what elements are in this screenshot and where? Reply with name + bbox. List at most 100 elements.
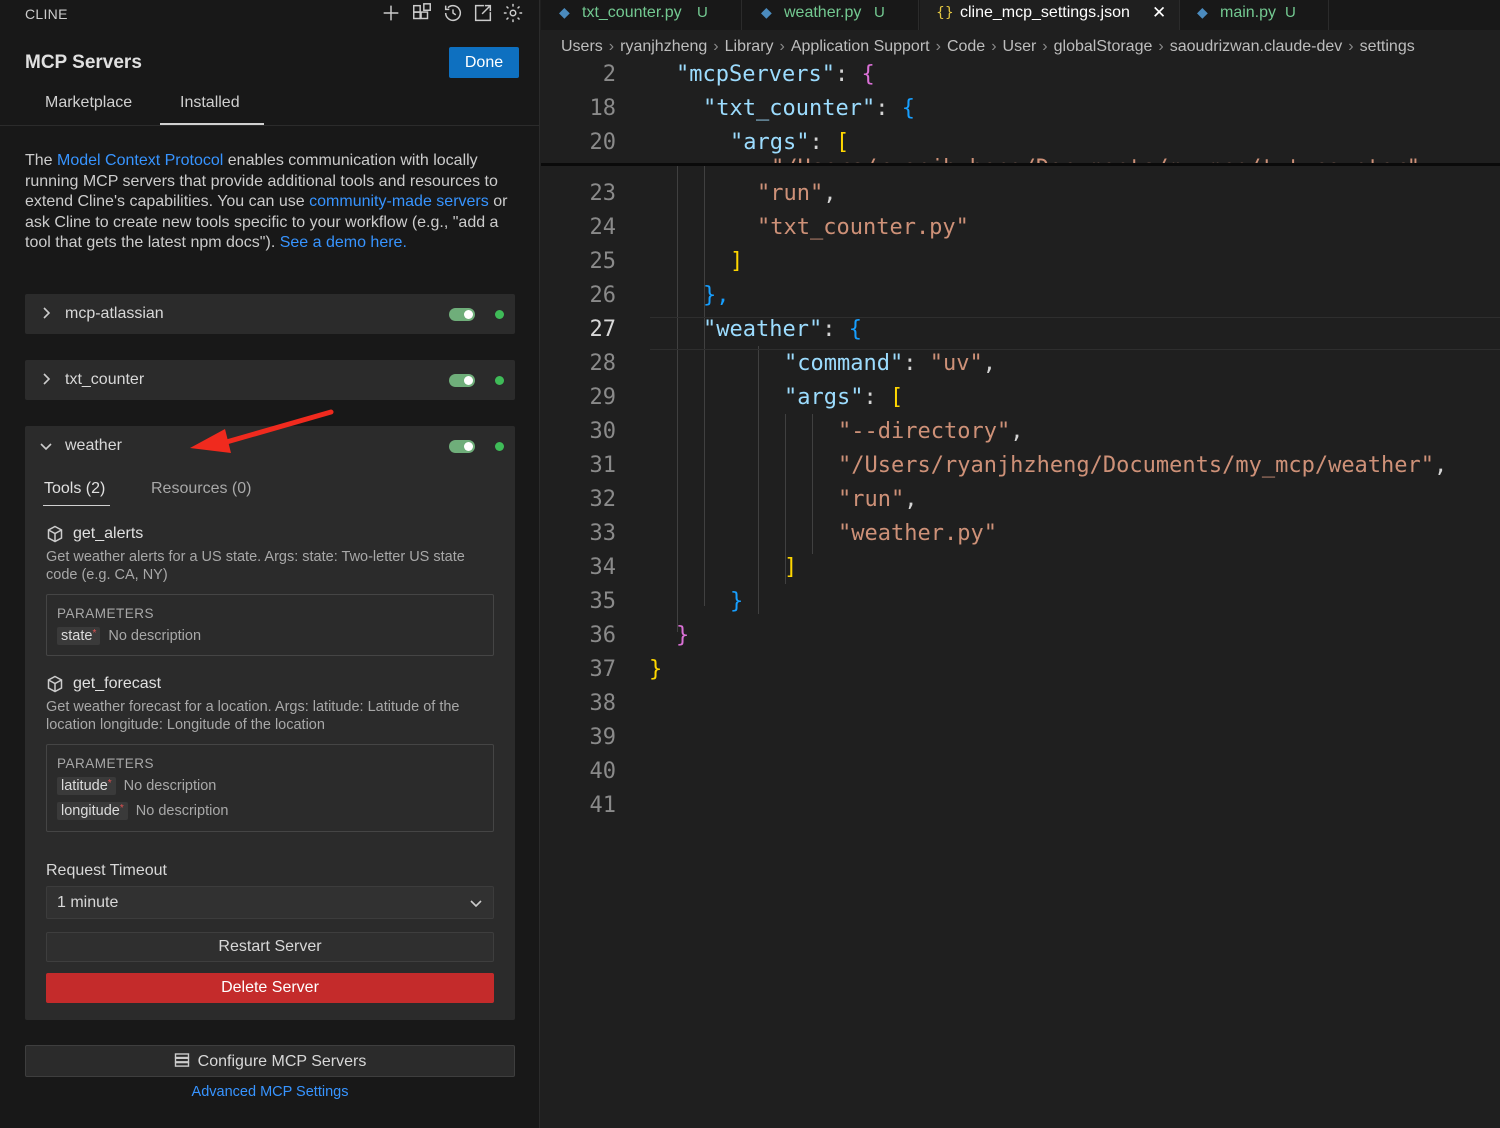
tool-description: Get weather forecast for a location. Arg… xyxy=(46,699,460,733)
advanced-mcp-settings-link[interactable]: Advanced MCP Settings xyxy=(0,1084,540,1100)
line-number: 41 xyxy=(589,793,617,818)
server-header-weather[interactable]: weather xyxy=(25,426,515,466)
editor-tab-weather[interactable]: ◆ weather.py U xyxy=(743,0,919,30)
server-item-txt-counter[interactable]: txt_counter xyxy=(25,360,515,400)
line-content: "/Users/ryanjhzheng/Documents/my_mcp/wea… xyxy=(838,453,1447,478)
chevron-right-icon xyxy=(39,306,53,320)
tab-tools[interactable]: Tools (2) xyxy=(44,480,105,498)
breadcrumb-item[interactable]: ryanjhzheng xyxy=(620,38,707,55)
breadcrumb-item[interactable]: Users xyxy=(561,38,603,55)
code-line: 40 xyxy=(541,759,1500,793)
page-title: MCP Servers xyxy=(25,52,142,73)
line-number: 39 xyxy=(589,725,617,750)
breadcrumb-item[interactable]: saoudrizwan.claude-dev xyxy=(1170,38,1343,55)
punctuation: : xyxy=(834,62,862,87)
server-toggle[interactable] xyxy=(449,440,475,453)
breadcrumb-item[interactable]: Application Support xyxy=(791,38,930,55)
line-content: }, xyxy=(703,283,730,308)
tab-installed[interactable]: Installed xyxy=(180,94,240,112)
punctuation: , xyxy=(904,487,918,512)
json-string: "/Users/ryanjhzheng/Documents/my_mcp/wea… xyxy=(838,453,1435,478)
chevron-right-icon: › xyxy=(713,38,719,55)
configure-mcp-servers-button[interactable]: Configure MCP Servers xyxy=(25,1045,515,1077)
breadcrumb-item[interactable]: User xyxy=(1003,38,1037,55)
punctuation: : xyxy=(822,317,849,342)
code-line: 38 xyxy=(541,691,1500,725)
server-toggle[interactable] xyxy=(449,374,475,387)
done-button[interactable]: Done xyxy=(449,47,519,78)
tab-resources[interactable]: Resources (0) xyxy=(151,480,251,498)
line-content: "txt_counter.py" xyxy=(757,215,969,240)
parameter-row: state* No description xyxy=(57,627,201,647)
editor-tab-main[interactable]: ◆ main.py U xyxy=(1181,0,1329,30)
sticky-scroll-divider xyxy=(541,163,1500,166)
breadcrumb-item[interactable]: Code xyxy=(947,38,985,55)
chevron-right-icon: › xyxy=(1348,38,1354,55)
punctuation: : xyxy=(863,385,890,410)
json-key: "mcpServers" xyxy=(676,62,835,87)
code-line: 25 ] xyxy=(541,249,1500,283)
punctuation: , xyxy=(982,351,996,376)
code-line: 27 "weather": { xyxy=(541,317,1500,351)
json-string: "uv" xyxy=(929,351,983,376)
community-servers-link[interactable]: community-made servers xyxy=(309,193,489,210)
active-subtab-indicator xyxy=(43,505,110,506)
parameter-name: state* xyxy=(57,627,101,645)
line-content: "txt_counter": { xyxy=(703,96,915,121)
punctuation: , xyxy=(1434,453,1448,478)
delete-server-button[interactable]: Delete Server xyxy=(46,973,494,1003)
bracket: }, xyxy=(703,283,730,308)
code-line: 29 "args": [ xyxy=(541,385,1500,419)
required-marker: * xyxy=(107,778,112,789)
editor-tab-cline-mcp-settings[interactable]: {} cline_mcp_settings.json ✕ xyxy=(920,0,1180,30)
code-editor: ◆ txt_counter.py U ◆ weather.py U {} cli… xyxy=(541,0,1500,1128)
history-icon[interactable] xyxy=(442,2,466,26)
mcp-servers-icon[interactable] xyxy=(411,2,435,26)
breadcrumb-item[interactable]: Library xyxy=(725,38,774,55)
required-marker: * xyxy=(92,628,97,639)
close-icon[interactable]: ✕ xyxy=(1152,3,1166,23)
gear-icon[interactable] xyxy=(502,2,526,26)
line-content: "--directory", xyxy=(838,419,1023,444)
restart-server-button[interactable]: Restart Server xyxy=(46,932,494,962)
bracket: { xyxy=(861,62,875,87)
toggle-knob xyxy=(464,310,473,319)
line-content: "mcpServers": { xyxy=(676,62,875,87)
open-in-editor-icon[interactable] xyxy=(472,2,496,26)
code-line: 37 } xyxy=(541,657,1500,691)
json-key: "args" xyxy=(730,130,810,155)
bracket: } xyxy=(730,589,744,614)
breadcrumb-item[interactable]: settings xyxy=(1360,38,1415,55)
parameter-description: No description xyxy=(108,628,202,644)
parameters-heading: PARAMETERS xyxy=(57,756,155,771)
tab-marketplace[interactable]: Marketplace xyxy=(45,94,132,112)
parameter-name: longitude* xyxy=(57,802,128,820)
breadcrumb-item[interactable]: globalStorage xyxy=(1054,38,1153,55)
line-number: 36 xyxy=(589,623,617,648)
tab-filename: cline_mcp_settings.json xyxy=(960,4,1130,21)
code-line: 20 "args": [ xyxy=(541,130,1500,164)
chevron-right-icon: › xyxy=(1158,38,1164,55)
bracket: ] xyxy=(730,249,744,274)
intro-text: The Model Context Protocol enables commu… xyxy=(25,151,520,254)
tool-name: get_alerts xyxy=(73,525,144,542)
plus-icon[interactable] xyxy=(380,2,404,26)
tool-parameters: PARAMETERS state* No description xyxy=(46,594,494,656)
code-line: 34 ] xyxy=(541,555,1500,589)
json-key: "args" xyxy=(784,385,864,410)
request-timeout-select[interactable]: 1 minute xyxy=(46,886,494,919)
server-item-weather: weather Tools (2) Resources (0) get_aler… xyxy=(25,426,515,1020)
server-item-mcp-atlassian[interactable]: mcp-atlassian xyxy=(25,294,515,334)
editor-tab-txt-counter[interactable]: ◆ txt_counter.py U xyxy=(541,0,742,30)
line-number: 29 xyxy=(589,385,617,410)
json-string: "--directory" xyxy=(838,419,1011,444)
code-line: 24 "txt_counter.py" xyxy=(541,215,1500,249)
cube-icon xyxy=(46,675,64,693)
bracket: } xyxy=(649,657,663,682)
line-number: 27 xyxy=(589,317,617,342)
model-context-protocol-link[interactable]: Model Context Protocol xyxy=(57,152,223,169)
server-toggle[interactable] xyxy=(449,308,475,321)
demo-link[interactable]: See a demo here. xyxy=(280,234,407,251)
line-content: "run", xyxy=(838,487,917,512)
line-content: "args": [ xyxy=(784,385,903,410)
